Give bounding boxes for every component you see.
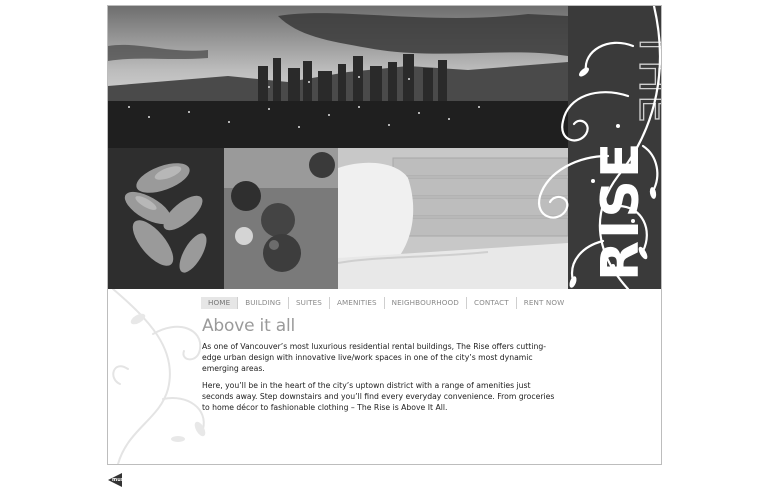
main-content: Above it all As one of Vancouver’s most … [202, 316, 562, 419]
main-nav: HOME BUILDING SUITES AMENITIES NEIGHBOUR… [201, 296, 571, 310]
brand-panel: RISE THE [568, 6, 661, 289]
leaves-photo [108, 148, 224, 289]
nav-neighbourhood[interactable]: NEIGHBOURHOOD [385, 297, 467, 309]
city-skyline-photo [108, 6, 568, 148]
page-title: Above it all [202, 316, 296, 336]
bedroom-photo [338, 148, 568, 289]
nav-rent-now[interactable]: RENT NOW [517, 297, 572, 309]
the-rise-logo: RISE THE [591, 29, 661, 281]
svg-text:RISE: RISE [591, 141, 651, 281]
music-label: music [112, 477, 129, 483]
location-paragraph: Here, you’ll be in the heart of the city… [202, 381, 555, 412]
nav-home[interactable]: HOME [201, 297, 239, 309]
hero-banner: RISE THE [108, 6, 661, 289]
nav-building[interactable]: BUILDING [238, 297, 289, 309]
bocce-balls-photo [224, 148, 338, 289]
intro-paragraph: As one of Vancouver’s most luxurious res… [202, 342, 546, 373]
site-frame: RISE THE HOME BUILDING SUITES AMENITIES … [107, 5, 662, 465]
svg-text:THE: THE [629, 30, 661, 125]
nav-amenities[interactable]: AMENITIES [330, 297, 385, 309]
nav-contact[interactable]: CONTACT [467, 297, 517, 309]
nav-suites[interactable]: SUITES [289, 297, 330, 309]
